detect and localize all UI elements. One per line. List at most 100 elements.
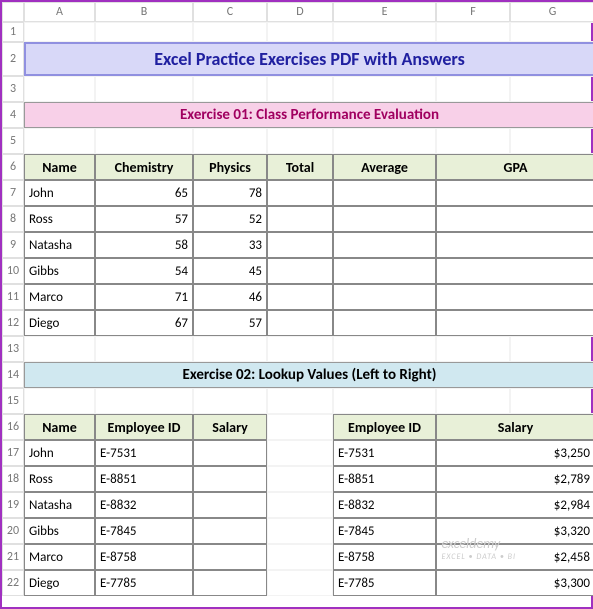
cell-A1[interactable]: [24, 22, 95, 42]
cell-E3[interactable]: [333, 76, 436, 102]
column-header-F[interactable]: F: [436, 2, 510, 22]
cell-B15[interactable]: [95, 388, 193, 414]
cell-D15[interactable]: [267, 388, 333, 414]
table2b-sal: $2,984: [436, 492, 593, 518]
row-header-13[interactable]: 13: [2, 336, 24, 362]
row-header-5[interactable]: 5: [2, 128, 24, 154]
table1-avg: [333, 180, 436, 206]
cell-F5[interactable]: [436, 128, 510, 154]
cell-E1[interactable]: [333, 22, 436, 42]
table2b-id: E-8851: [333, 466, 436, 492]
cell-D13[interactable]: [267, 336, 333, 362]
row-header-6[interactable]: 6: [2, 154, 24, 180]
table1-chem: 54: [95, 258, 193, 284]
column-header-corner[interactable]: [2, 2, 24, 22]
table1-phys: 46: [193, 284, 267, 310]
row-header-10[interactable]: 10: [2, 258, 24, 284]
cell-A5[interactable]: [24, 128, 95, 154]
cell-B13[interactable]: [95, 336, 193, 362]
table2a-header: Employee ID: [95, 414, 193, 440]
cell-C5[interactable]: [193, 128, 267, 154]
cell-E5[interactable]: [333, 128, 436, 154]
cell-G1[interactable]: [510, 22, 593, 42]
table1-header-average: Average: [333, 154, 436, 180]
row-header-7[interactable]: 7: [2, 180, 24, 206]
table1-avg: [333, 258, 436, 284]
cell-G5[interactable]: [510, 128, 593, 154]
cell-F15[interactable]: [436, 388, 510, 414]
table2a-name: Ross: [24, 466, 95, 492]
cell-G15[interactable]: [510, 388, 593, 414]
cell-D21[interactable]: [267, 544, 333, 570]
cell-A13[interactable]: [24, 336, 95, 362]
table2a-name: Marco: [24, 544, 95, 570]
table1-phys: 45: [193, 258, 267, 284]
table1-chem: 71: [95, 284, 193, 310]
cell-D17[interactable]: [267, 440, 333, 466]
table1-total: [267, 310, 333, 336]
table1-gpa: [436, 284, 593, 310]
table2b-id: E-7845: [333, 518, 436, 544]
row-header-17[interactable]: 17: [2, 440, 24, 466]
column-header-B[interactable]: B: [95, 2, 193, 22]
table1-phys: 78: [193, 180, 267, 206]
table1-phys: 57: [193, 310, 267, 336]
cell-G13[interactable]: [510, 336, 593, 362]
cell-B3[interactable]: [95, 76, 193, 102]
column-header-C[interactable]: C: [193, 2, 267, 22]
row-header-8[interactable]: 8: [2, 206, 24, 232]
row-header-2[interactable]: 2: [2, 42, 24, 76]
row-header-20[interactable]: 20: [2, 518, 24, 544]
table1-avg: [333, 284, 436, 310]
row-header-16[interactable]: 16: [2, 414, 24, 440]
cell-D20[interactable]: [267, 518, 333, 544]
cell-D18[interactable]: [267, 466, 333, 492]
row-header-18[interactable]: 18: [2, 466, 24, 492]
cell-G3[interactable]: [510, 76, 593, 102]
cell-D16[interactable]: [267, 414, 333, 440]
table2a-sal: [193, 544, 267, 570]
row-header-14[interactable]: 14: [2, 362, 24, 388]
cell-C15[interactable]: [193, 388, 267, 414]
cell-D19[interactable]: [267, 492, 333, 518]
cell-D1[interactable]: [267, 22, 333, 42]
cell-C1[interactable]: [193, 22, 267, 42]
table2a-name: Gibbs: [24, 518, 95, 544]
row-header-9[interactable]: 9: [2, 232, 24, 258]
cell-D22[interactable]: [267, 570, 333, 596]
cell-C13[interactable]: [193, 336, 267, 362]
table2b-header: Employee ID: [333, 414, 436, 440]
row-header-11[interactable]: 11: [2, 284, 24, 310]
column-header-E[interactable]: E: [333, 2, 436, 22]
table2a-name: Diego: [24, 570, 95, 596]
table1-phys: 52: [193, 206, 267, 232]
row-header-21[interactable]: 21: [2, 544, 24, 570]
row-header-15[interactable]: 15: [2, 388, 24, 414]
row-header-1[interactable]: 1: [2, 22, 24, 42]
column-header-D[interactable]: D: [267, 2, 333, 22]
cell-B1[interactable]: [95, 22, 193, 42]
row-header-22[interactable]: 22: [2, 570, 24, 596]
cell-A3[interactable]: [24, 76, 95, 102]
cell-A15[interactable]: [24, 388, 95, 414]
cell-E15[interactable]: [333, 388, 436, 414]
column-header-A[interactable]: A: [24, 2, 95, 22]
table1-name: John: [24, 180, 95, 206]
cell-F13[interactable]: [436, 336, 510, 362]
cell-D5[interactable]: [267, 128, 333, 154]
row-header-19[interactable]: 19: [2, 492, 24, 518]
row-header-3[interactable]: 3: [2, 76, 24, 102]
row-header-4[interactable]: 4: [2, 102, 24, 128]
table1-header-gpa: GPA: [436, 154, 593, 180]
table1-name: Diego: [24, 310, 95, 336]
table2b-id: E-8758: [333, 544, 436, 570]
cell-F1[interactable]: [436, 22, 510, 42]
cell-E13[interactable]: [333, 336, 436, 362]
cell-C3[interactable]: [193, 76, 267, 102]
cell-F3[interactable]: [436, 76, 510, 102]
table1-name: Marco: [24, 284, 95, 310]
cell-D3[interactable]: [267, 76, 333, 102]
cell-B5[interactable]: [95, 128, 193, 154]
row-header-12[interactable]: 12: [2, 310, 24, 336]
column-header-G[interactable]: G: [510, 2, 593, 22]
